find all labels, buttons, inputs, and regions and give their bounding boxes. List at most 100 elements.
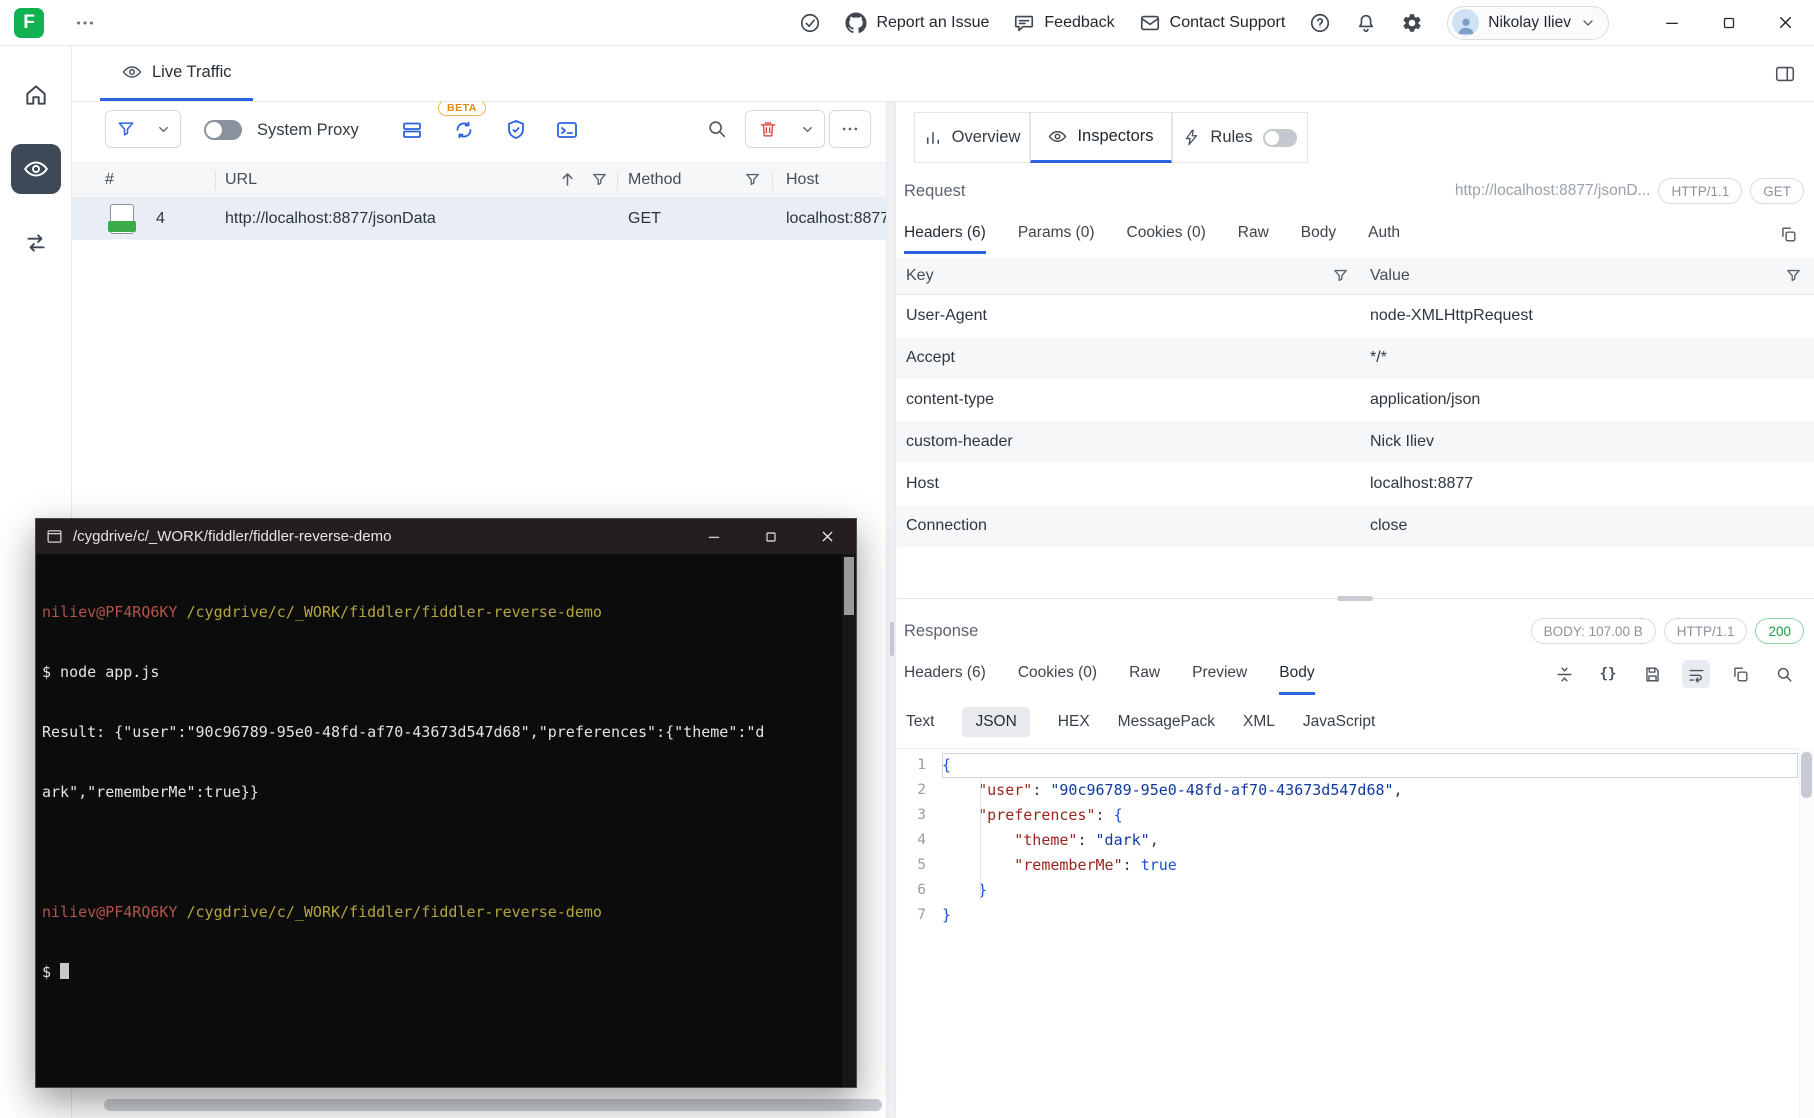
code-line[interactable]: 3 "preferences": { <box>896 803 1798 828</box>
request-tab-params[interactable]: Params (0) <box>1018 214 1095 254</box>
report-issue-button[interactable]: Report an Issue <box>845 12 989 34</box>
filter-value-icon[interactable] <box>1785 267 1802 284</box>
sidebar-item-live-traffic[interactable] <box>11 144 61 194</box>
sidebar-item-home[interactable] <box>11 70 61 120</box>
word-wrap-icon[interactable] <box>1682 660 1710 688</box>
auto-responder-icon[interactable] <box>452 118 476 142</box>
tab-rules[interactable]: Rules <box>1172 112 1308 163</box>
header-row[interactable]: content-typeapplication/json <box>896 379 1814 421</box>
inspector-splitter[interactable] <box>896 594 1814 604</box>
user-menu[interactable]: Nikolay Iliev <box>1447 6 1609 40</box>
system-proxy-toggle[interactable] <box>204 120 242 140</box>
header-row[interactable]: custom-headerNick Iliev <box>896 421 1814 463</box>
terminal-title-bar[interactable]: /cygdrive/c/_WORK/fiddler/fiddler-revers… <box>36 519 856 554</box>
feedback-button[interactable]: Feedback <box>1013 12 1114 34</box>
header-row[interactable]: User-Agentnode-XMLHttpRequest <box>896 295 1814 337</box>
fold-icon[interactable] <box>1550 660 1578 688</box>
terminal-close-icon[interactable] <box>799 519 856 554</box>
request-tab-body[interactable]: Body <box>1301 214 1336 254</box>
response-tab-raw[interactable]: Raw <box>1129 653 1160 695</box>
code-line[interactable]: 5 "rememberMe": true <box>896 853 1798 878</box>
braces-icon[interactable]: {} <box>1594 660 1622 688</box>
app-logo[interactable]: F <box>14 8 44 38</box>
column-method[interactable]: Method <box>628 163 681 197</box>
request-title: Request <box>904 182 965 201</box>
tab-overview[interactable]: Overview <box>914 112 1030 163</box>
status-check-icon[interactable] <box>799 12 821 34</box>
filter-url-icon[interactable] <box>591 171 608 188</box>
terminal-minimize-icon[interactable] <box>685 519 742 554</box>
request-method-badge: GET <box>1750 178 1804 204</box>
search-icon[interactable] <box>706 118 728 140</box>
response-tab-body[interactable]: Body <box>1279 653 1314 695</box>
minimize-icon[interactable] <box>1643 0 1700 46</box>
session-row[interactable]: JSON 4 http://localhost:8877/jsonData GE… <box>72 198 886 240</box>
code-line[interactable]: 2 "user": "90c96789-95e0-48fd-af70-43673… <box>896 778 1798 803</box>
delete-button-group[interactable] <box>745 110 825 148</box>
notifications-bell-icon[interactable] <box>1355 12 1377 34</box>
format-tab-text[interactable]: Text <box>906 713 934 731</box>
filter-icon[interactable] <box>106 111 146 147</box>
header-row[interactable]: Connectionclose <box>896 505 1814 547</box>
help-icon[interactable] <box>1309 12 1331 34</box>
request-tab-headers[interactable]: Headers (6) <box>904 214 986 254</box>
response-tab-headers[interactable]: Headers (6) <box>904 653 986 695</box>
terminal-scrollbar[interactable] <box>842 554 856 1087</box>
request-tab-auth[interactable]: Auth <box>1368 214 1400 254</box>
filter-method-icon[interactable] <box>744 171 761 188</box>
chevron-down-icon[interactable] <box>146 111 180 147</box>
column-number[interactable]: # <box>105 163 114 197</box>
terminal-body[interactable]: niliev@PF4RQ6KY /cygdrive/c/_WORK/fiddle… <box>36 554 856 1087</box>
trash-icon[interactable] <box>746 111 790 147</box>
maximize-icon[interactable] <box>1700 0 1757 46</box>
json-body-code[interactable]: 1{2 "user": "90c96789-95e0-48fd-af70-436… <box>896 748 1798 1118</box>
save-icon[interactable] <box>1638 660 1666 688</box>
panel-splitter[interactable] <box>886 102 896 1118</box>
copy-request-icon[interactable] <box>1779 225 1798 244</box>
format-tab-hex[interactable]: HEX <box>1058 713 1090 731</box>
columns-view-icon[interactable] <box>400 118 424 142</box>
code-line[interactable]: 4 "theme": "dark", <box>896 828 1798 853</box>
layout-panels-icon[interactable] <box>1774 63 1796 85</box>
tab-live-traffic[interactable]: Live Traffic <box>100 46 253 101</box>
column-url[interactable]: URL <box>225 163 257 197</box>
header-value: application/json <box>1370 391 1814 409</box>
sort-asc-icon[interactable] <box>558 170 577 189</box>
column-host[interactable]: Host <box>786 163 819 197</box>
tab-inspectors[interactable]: Inspectors <box>1030 112 1172 163</box>
header-row[interactable]: Hostlocalhost:8877 <box>896 463 1814 505</box>
search-body-icon[interactable] <box>1770 660 1798 688</box>
terminal-scrollbar-thumb[interactable] <box>844 557 854 615</box>
more-menu-icon[interactable] <box>74 12 96 34</box>
format-tab-javascript[interactable]: JavaScript <box>1303 713 1375 731</box>
response-tab-preview[interactable]: Preview <box>1192 653 1247 695</box>
request-tab-raw[interactable]: Raw <box>1238 214 1269 254</box>
chevron-down-icon[interactable] <box>790 111 824 147</box>
code-scrollbar-thumb[interactable] <box>1801 752 1812 798</box>
response-tab-cookies[interactable]: Cookies (0) <box>1018 653 1097 695</box>
code-line[interactable]: 6 } <box>896 878 1798 903</box>
more-options-button[interactable] <box>829 110 871 148</box>
sidebar-item-composer[interactable] <box>11 218 61 268</box>
horizontal-scrollbar[interactable] <box>104 1099 882 1111</box>
format-tab-xml[interactable]: XML <box>1243 713 1275 731</box>
format-tab-json[interactable]: JSON <box>962 707 1029 737</box>
code-line[interactable]: 7} <box>896 903 1798 928</box>
terminal-maximize-icon[interactable] <box>742 519 799 554</box>
code-scrollbar-track[interactable] <box>1799 748 1814 1118</box>
rules-toggle[interactable] <box>1263 129 1297 147</box>
https-shield-icon[interactable] <box>504 118 528 142</box>
filter-key-icon[interactable] <box>1332 267 1349 284</box>
close-icon[interactable] <box>1757 0 1814 46</box>
terminal-window[interactable]: /cygdrive/c/_WORK/fiddler/fiddler-revers… <box>35 518 857 1088</box>
request-tab-cookies[interactable]: Cookies (0) <box>1127 214 1206 254</box>
filter-button-group[interactable] <box>105 110 181 148</box>
terminal-input-line[interactable]: $ <box>42 962 832 982</box>
terminal-icon[interactable] <box>555 118 579 142</box>
settings-gear-icon[interactable] <box>1401 12 1423 34</box>
format-tab-messagepack[interactable]: MessagePack <box>1118 713 1215 731</box>
code-line[interactable]: 1{ <box>896 753 1798 778</box>
header-row[interactable]: Accept*/* <box>896 337 1814 379</box>
contact-support-button[interactable]: Contact Support <box>1139 12 1286 34</box>
copy-icon[interactable] <box>1726 660 1754 688</box>
